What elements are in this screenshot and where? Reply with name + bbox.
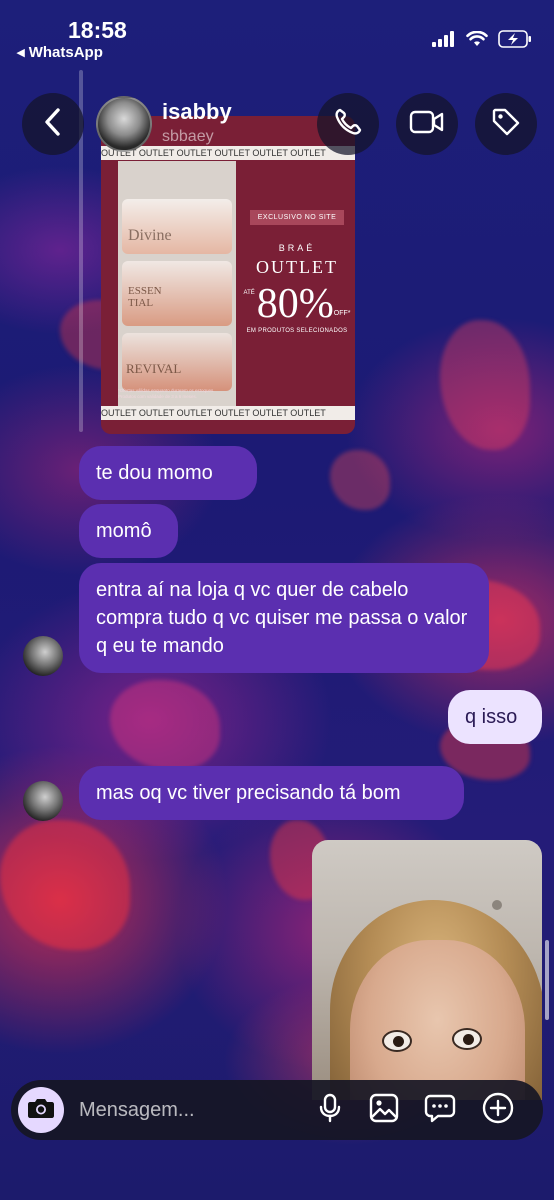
video-call-button[interactable] [396,93,458,155]
ad-top-strip: OUTLET OUTLET OUTLET OUTLET OUTLET OUTLE… [101,146,355,160]
voice-call-button[interactable] [317,93,379,155]
gallery-button[interactable] [368,1093,400,1128]
wall-detail [492,900,502,910]
camera-button[interactable] [18,1087,64,1133]
ad-discount: 80% [256,281,334,327]
microphone-icon [318,1093,342,1128]
chat-bubble-icon [424,1093,456,1128]
ad-brand: BRAÉ [278,243,316,253]
ad-products-image: Divine ESSEN TIAL REVIVAL [118,161,236,416]
phone-icon [333,107,363,142]
chevron-left-icon [42,107,64,142]
sent-photo[interactable] [312,840,542,1100]
contact-avatar[interactable] [96,96,152,152]
jar-label: ESSEN TIAL [128,285,162,309]
plus-circle-icon [482,1092,514,1129]
image-icon [369,1093,399,1128]
photo-face [350,940,525,1100]
status-time: 18:58 [68,17,127,43]
ad-text-block: EXCLUSIVO NO SITE BRAÉ OUTLET ATÉ 80% OF… [241,206,353,334]
sender-avatar[interactable] [23,781,63,821]
contact-username[interactable]: sbbaey [162,128,214,146]
ad-subtitle: EM PRODUTOS SELECIONADOS [246,328,348,334]
photo-eye [382,1030,412,1052]
battery-charging-icon [498,30,532,53]
received-message[interactable]: mas oq vc tiver precisando tá bom [79,766,464,820]
ad-title: OUTLET [256,257,338,277]
photo-eye [452,1028,482,1050]
ad-bottom-strip: OUTLET OUTLET OUTLET OUTLET OUTLET OUTLE… [101,406,355,420]
received-message[interactable]: momô [79,504,178,558]
product-jar: REVIVAL [122,333,232,391]
video-camera-icon [409,109,445,140]
message-composer [11,1080,543,1140]
shared-post-image[interactable]: OUTLET OUTLET OUTLET OUTLET OUTLET OUTLE… [101,116,355,434]
message-input[interactable] [79,1094,299,1126]
ad-off: OFF* [333,310,351,317]
contact-name[interactable]: isabby [162,99,232,125]
microphone-button[interactable] [314,1093,346,1128]
tag-button[interactable] [475,93,537,155]
add-button[interactable] [482,1092,514,1129]
back-to-app-link[interactable]: ◂ WhatsApp [17,43,103,61]
status-icons [432,30,532,53]
received-message[interactable]: te dou momo [79,446,257,500]
cellular-signal-icon [432,31,456,52]
wifi-icon [466,30,488,52]
jar-label: REVIVAL [126,361,182,376]
sender-avatar[interactable] [23,636,63,676]
scrollbar[interactable] [545,940,549,1020]
tag-icon [491,107,521,142]
sticker-chat-button[interactable] [424,1094,456,1126]
jar-label: Divine [128,227,172,244]
ad-footnote: *Ofertas válidas enquanto durarem os est… [118,388,215,399]
received-message[interactable]: entra aí na loja q vc quer de cabelo com… [79,563,489,673]
sent-message[interactable]: q isso [448,690,542,744]
ad-badge: EXCLUSIVO NO SITE [249,210,345,225]
back-button[interactable] [22,93,84,155]
camera-icon [27,1096,55,1125]
product-jar: ESSEN TIAL [122,261,232,326]
ad-prefix: ATÉ [243,290,255,296]
product-jar: Divine [122,199,232,254]
